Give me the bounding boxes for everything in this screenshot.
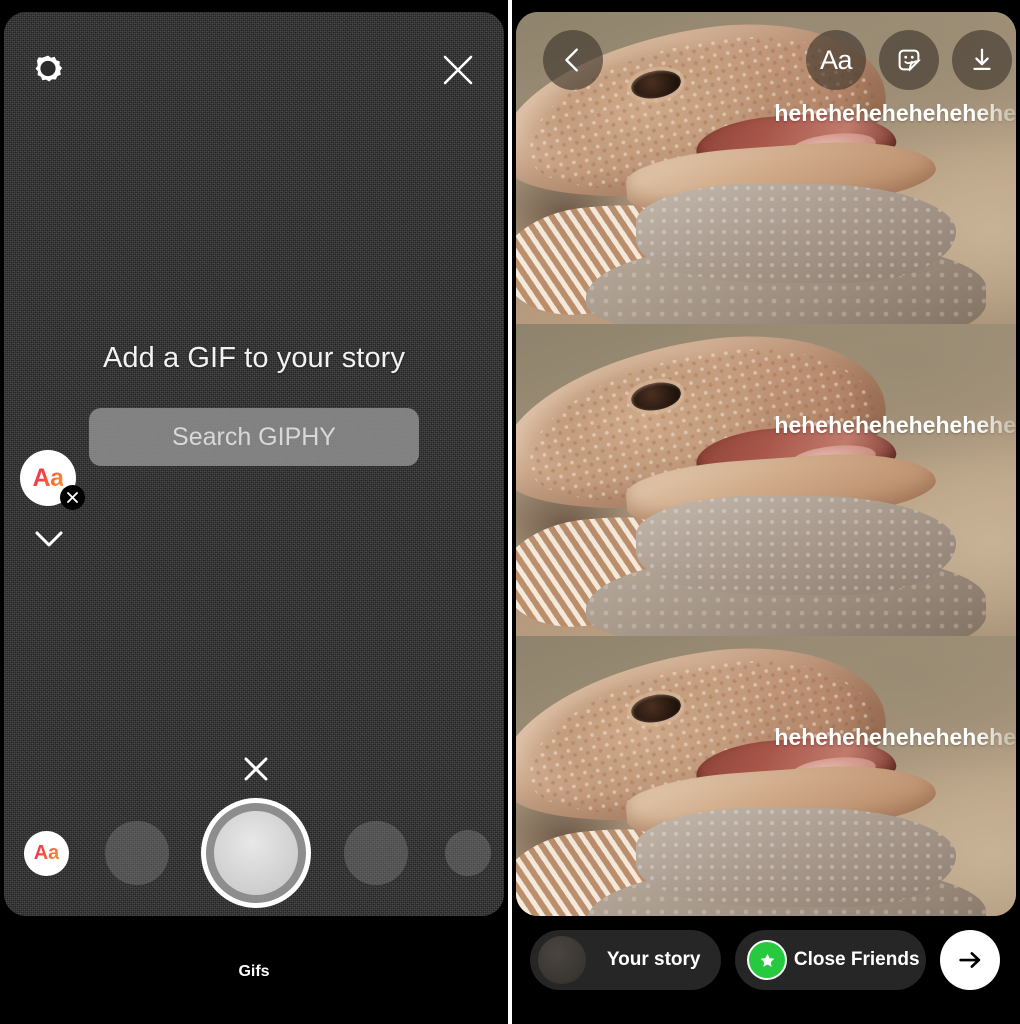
close-friends-label: Close Friends <box>793 949 920 970</box>
shutter-button[interactable] <box>201 798 311 908</box>
text-mode-button[interactable]: Aa <box>24 831 69 876</box>
gear-icon[interactable] <box>30 53 66 89</box>
camera-mode-dot[interactable] <box>105 821 169 885</box>
close-icon[interactable] <box>440 52 476 88</box>
gifs-footer-label: Gifs <box>238 963 270 980</box>
sticker-tool-button[interactable] <box>879 30 939 90</box>
search-giphy-button[interactable]: Search GIPHY <box>89 408 419 466</box>
send-button[interactable] <box>940 930 1000 990</box>
shutter-inner <box>214 811 298 895</box>
back-button[interactable] <box>543 30 603 90</box>
camera-close-icon[interactable] <box>239 752 273 786</box>
text-tool-button[interactable]: Aa <box>806 30 866 90</box>
camera-mode-dot[interactable] <box>344 821 408 885</box>
page-title: Add a GIF to your story <box>102 342 406 374</box>
gif-picker-card: Add a GIF to your story Search GIPHY Aa <box>4 12 504 916</box>
chevron-down-icon[interactable] <box>30 520 68 558</box>
right-panel-story-editor: Aa hehehehehehehehehe hehehehehehehehehe… <box>512 0 1020 1024</box>
story-overlay-text[interactable]: hehehehehehehehehe <box>686 412 1016 439</box>
share-bar: Your story Close Friends <box>512 928 1020 992</box>
text-tool-label: Aa <box>819 44 853 75</box>
text-mode-label: Aa <box>33 842 60 864</box>
story-toolbar: Aa <box>516 12 1016 112</box>
your-story-label: Your story <box>606 949 701 970</box>
star-icon <box>747 940 788 980</box>
text-sticker[interactable]: Aa <box>20 450 85 510</box>
sticker-delete-icon[interactable] <box>60 485 85 510</box>
your-story-button[interactable]: Your story <box>530 930 722 990</box>
text-sticker-label: Aa <box>32 463 64 492</box>
arrow-right-icon <box>959 952 981 968</box>
save-tool-button[interactable] <box>952 30 1012 90</box>
story-preview-card: Aa hehehehehehehehehe hehehehehehehehehe… <box>516 12 1016 916</box>
avatar <box>538 936 586 984</box>
gif-prompt: Add a GIF to your story Search GIPHY <box>4 342 504 466</box>
left-panel-gif-picker: Add a GIF to your story Search GIPHY Aa <box>0 0 508 1024</box>
story-media-tile: hehehehehehehehehe <box>516 636 1016 916</box>
panel-divider <box>508 0 512 1024</box>
camera-mode-dot[interactable] <box>445 830 491 876</box>
lizard-photo <box>516 636 1016 916</box>
close-friends-button[interactable]: Close Friends <box>735 930 926 990</box>
story-media-tile: hehehehehehehehehe <box>516 324 1016 636</box>
story-media-tile: Aa hehehehehehehehehe <box>516 12 1016 324</box>
story-overlay-text[interactable]: hehehehehehehehehe <box>686 724 1016 751</box>
screen: Add a GIF to your story Search GIPHY Aa <box>0 0 1020 1024</box>
lizard-photo <box>516 324 1016 636</box>
